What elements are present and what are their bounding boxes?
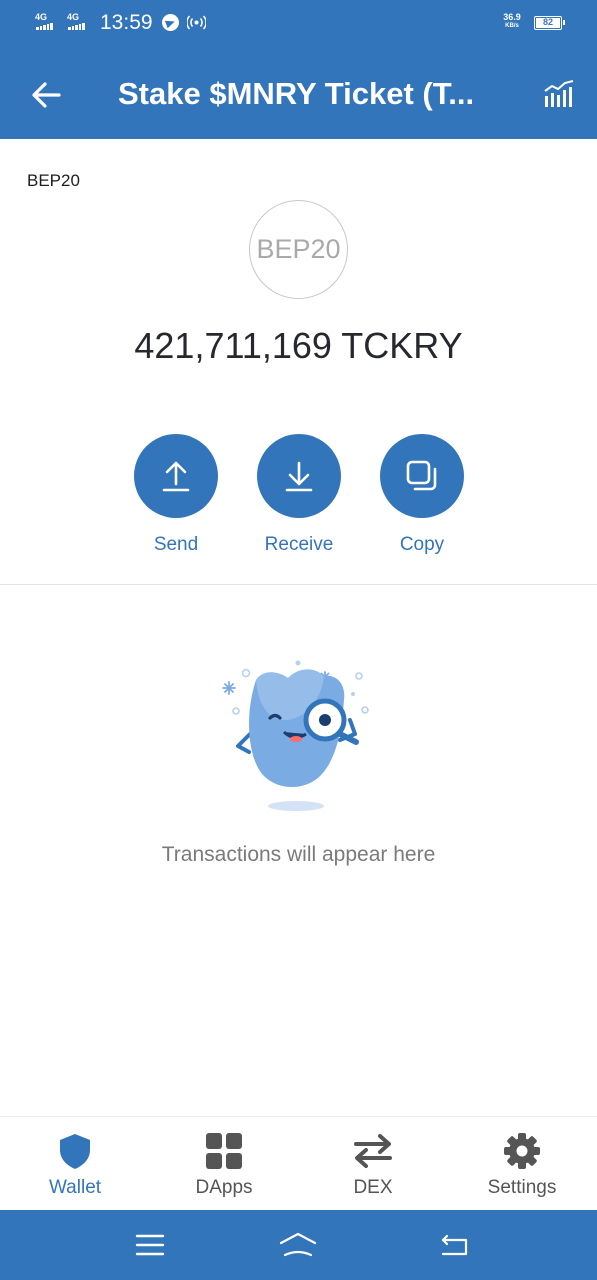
token-logo: BEP20	[249, 200, 348, 299]
send-label: Send	[153, 534, 199, 555]
upload-arrow-icon	[162, 461, 190, 492]
battery-icon: 82	[534, 16, 565, 30]
shield-icon	[60, 1134, 90, 1169]
swap-arrows-icon	[354, 1134, 392, 1168]
system-home-button[interactable]	[278, 1228, 318, 1262]
arrow-left-icon	[32, 82, 61, 108]
app-header: 4G 4G 13:59 36.9 KB/s 82 Stake $MNRY Tic…	[0, 0, 597, 139]
tab-dex[interactable]: DEX	[298, 1117, 448, 1211]
mascot-magnifier-icon	[222, 660, 369, 811]
back-icon	[441, 1234, 468, 1256]
back-button[interactable]	[24, 73, 68, 117]
gear-icon	[504, 1133, 540, 1169]
tab-dapps[interactable]: DApps	[149, 1117, 299, 1211]
network-speed-unit: KB/s	[505, 23, 519, 29]
home-icon	[279, 1232, 317, 1257]
hotspot-icon	[187, 15, 206, 30]
receive-button-circle[interactable]	[257, 434, 341, 518]
tab-settings-label: Settings	[487, 1177, 557, 1198]
tab-dex-label: DEX	[353, 1177, 393, 1198]
system-back-button[interactable]	[435, 1228, 475, 1262]
receive-button[interactable]: Receive	[257, 434, 341, 556]
status-time: 13:59	[100, 11, 153, 34]
status-bar: 4G 4G 13:59 36.9 KB/s 82	[0, 0, 597, 45]
grid-icon	[206, 1133, 242, 1169]
empty-state-message: Transactions will appear here	[161, 843, 436, 866]
send-button-circle[interactable]	[134, 434, 218, 518]
download-arrow-icon	[285, 461, 313, 492]
market-chart-icon	[544, 80, 574, 107]
receive-label: Receive	[264, 534, 334, 555]
market-chart-button[interactable]	[537, 74, 581, 114]
tab-settings[interactable]: Settings	[447, 1117, 597, 1211]
bottom-tab-bar: Wallet DApps DEX Settings	[0, 1116, 597, 1210]
tab-dapps-label: DApps	[195, 1177, 253, 1198]
battery-level: 82	[536, 18, 560, 28]
menu-icon	[135, 1234, 165, 1256]
system-navigation-bar	[0, 1210, 597, 1280]
copy-icon	[406, 460, 437, 491]
token-balance: 421,711,169 TCKRY	[134, 325, 463, 366]
section-divider	[0, 584, 597, 585]
network-speed: 36.9 KB/s	[500, 13, 524, 31]
telegram-icon	[162, 14, 179, 31]
copy-button-circle[interactable]	[380, 434, 464, 518]
network-type-2: 4G	[67, 12, 80, 22]
network-label: BEP20	[27, 171, 80, 190]
page-title: Stake $MNRY Ticket (T...	[118, 76, 475, 111]
network-speed-value: 36.9	[503, 12, 521, 22]
copy-label: Copy	[399, 534, 445, 555]
system-menu-button[interactable]	[130, 1228, 170, 1262]
tab-wallet[interactable]: Wallet	[0, 1117, 150, 1211]
send-button[interactable]: Send	[134, 434, 218, 556]
tab-wallet-label: Wallet	[48, 1177, 102, 1198]
copy-button[interactable]: Copy	[380, 434, 464, 556]
network-type-1: 4G	[35, 12, 48, 22]
